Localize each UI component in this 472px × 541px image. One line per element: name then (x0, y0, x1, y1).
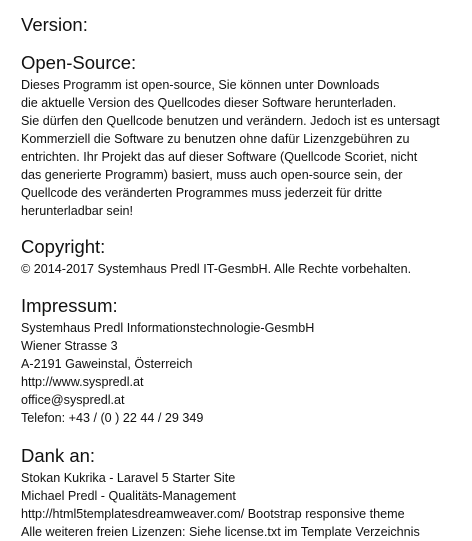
version-heading: Version: (21, 14, 88, 35)
impressum-section: Impressum: Systemhaus Predl Informations… (21, 295, 472, 427)
impressum-heading: Impressum: (21, 295, 118, 316)
open-source-line: Kommerziell die Software zu benutzen ohn… (21, 132, 410, 146)
dank-item: http://html5templatesdreamweaver.com/ Bo… (21, 507, 405, 521)
copyright-text: © 2014-2017 Systemhaus Predl IT-GesmbH. … (21, 262, 412, 276)
impressum-email: office@syspredl.at (21, 393, 125, 407)
impressum-details: Systemhaus Predl Informationstechnologie… (21, 319, 472, 427)
impressum-website: http://www.syspredl.at (21, 375, 144, 389)
open-source-line: die aktuelle Version des Quellcodes dies… (21, 96, 397, 110)
dank-item: Michael Predl - Qualitäts-Management (21, 489, 236, 503)
impressum-city: A-2191 Gaweinstal, Österreich (21, 357, 193, 371)
dank-item: Alle weiteren freien Lizenzen: Siehe lic… (21, 525, 420, 539)
dank-section: Dank an: Stokan Kukrika - Laravel 5 Star… (21, 445, 472, 541)
impressum-street: Wiener Strasse 3 (21, 339, 118, 353)
open-source-line: das generierte Programm) basiert, muss a… (21, 168, 403, 182)
open-source-line: herunterladbar sein! (21, 204, 134, 218)
dank-item: Stokan Kukrika - Laravel 5 Starter Site (21, 471, 236, 485)
version-section: Version: (21, 14, 472, 36)
open-source-line: entrichten. Ihr Projekt das auf dieser S… (21, 150, 418, 164)
open-source-line: Sie dürfen den Quellcode benutzen und ve… (21, 114, 440, 128)
copyright-heading: Copyright: (21, 236, 106, 257)
dank-heading: Dank an: (21, 445, 96, 466)
about-page: Version: Open-Source: Dieses Programm is… (0, 0, 472, 539)
open-source-line: Dieses Programm ist open-source, Sie kön… (21, 78, 380, 92)
open-source-text: Dieses Programm ist open-source, Sie kön… (21, 76, 472, 220)
dank-list: Stokan Kukrika - Laravel 5 Starter Site … (21, 469, 472, 541)
open-source-line: Quellcode des veränderten Programmes mus… (21, 186, 383, 200)
copyright-section: Copyright: © 2014-2017 Systemhaus Predl … (21, 236, 472, 278)
open-source-heading: Open-Source: (21, 52, 137, 73)
impressum-company: Systemhaus Predl Informationstechnologie… (21, 321, 315, 335)
impressum-phone: Telefon: +43 / (0 ) 22 44 / 29 349 (21, 411, 204, 425)
open-source-section: Open-Source: Dieses Programm ist open-so… (21, 52, 472, 220)
